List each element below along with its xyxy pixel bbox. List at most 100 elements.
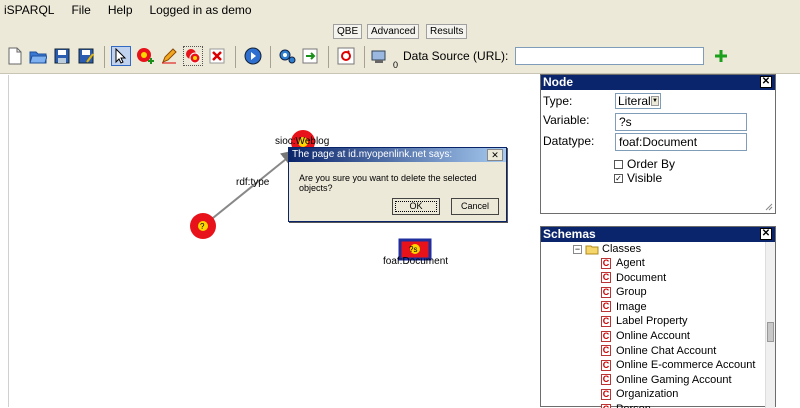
checkbox-checked[interactable]: ✓ — [614, 174, 623, 183]
tree-group-classes[interactable]: − Classes — [573, 242, 641, 256]
delete-icon[interactable] — [207, 46, 227, 66]
dialog-title-bar: The page at id.myopenlink.net says: ✕ — [289, 148, 506, 162]
settings-gears-icon[interactable] — [277, 46, 297, 66]
node-panel: Node ✕ Type: Literal ▼ Variable: Datatyp… — [540, 74, 776, 214]
add-node-icon[interactable] — [135, 46, 155, 66]
class-icon: C — [601, 345, 611, 356]
close-icon[interactable]: ✕ — [760, 228, 772, 240]
class-icon: C — [601, 272, 611, 283]
folder-icon — [585, 244, 599, 255]
schemas-panel: Schemas ✕ − Classes CAgentCDocumentCGrou… — [540, 226, 776, 407]
class-item[interactable]: CAgent — [601, 256, 645, 270]
class-item[interactable]: CDocument — [601, 271, 666, 285]
graph-svg: rdf:type sioc:Weblog ? ?s foaf:Document — [9, 75, 529, 407]
dialog-title: The page at id.myopenlink.net says: — [292, 149, 452, 160]
add-datasource-icon[interactable] — [711, 46, 731, 66]
menu-help[interactable]: Help — [108, 3, 133, 17]
menu-bar: iSPARQL File Help Logged in as demo — [0, 0, 800, 20]
graph-node-document-selected[interactable]: ?s foaf:Document — [383, 240, 448, 267]
run-query-icon[interactable] — [243, 46, 263, 66]
type-select[interactable]: Literal ▼ — [615, 93, 661, 109]
edit-pencil-icon[interactable] — [159, 46, 179, 66]
variable-input[interactable] — [615, 113, 747, 131]
toolbar-separator — [104, 46, 105, 68]
datasource-icon[interactable] — [371, 46, 391, 66]
class-icon: C — [601, 389, 611, 400]
edge-label: rdf:type — [236, 177, 270, 188]
class-label: Online Chat Account — [616, 345, 716, 357]
save-as-icon[interactable] — [76, 46, 96, 66]
class-label: Online Account — [616, 330, 690, 342]
class-item[interactable]: C Online Chat Account — [601, 344, 716, 358]
node-label: sioc:Weblog — [275, 136, 329, 147]
tab-advanced[interactable]: Advanced — [367, 24, 419, 39]
cancel-button[interactable]: Cancel — [451, 198, 499, 215]
export-icon[interactable] — [300, 46, 320, 66]
class-item[interactable]: COnline E-commerce Account — [601, 358, 755, 372]
tab-qbe[interactable]: QBE — [333, 24, 362, 39]
class-item[interactable]: C Image — [601, 300, 647, 314]
close-icon[interactable]: ✕ — [760, 76, 772, 88]
graph-edge[interactable] — [203, 151, 296, 226]
panel-title: Schemas ✕ — [541, 227, 775, 242]
class-icon: C — [601, 301, 611, 312]
toolbar-separator — [270, 46, 271, 68]
open-folder-icon[interactable] — [28, 46, 48, 66]
menu-app[interactable]: iSPARQL — [4, 3, 54, 17]
menu-file[interactable]: File — [71, 3, 90, 17]
ok-button[interactable]: OK — [392, 198, 440, 215]
new-icon[interactable] — [5, 46, 25, 66]
schema-tree: − Classes CAgentCDocumentCGroupCImageCLa… — [541, 242, 765, 408]
schemas-scrollbar[interactable] — [765, 242, 775, 408]
group-label: Classes — [602, 243, 641, 255]
class-item[interactable]: C Label Property — [601, 314, 688, 328]
node-panel-title: Node — [543, 75, 573, 89]
refresh-icon[interactable] — [336, 46, 356, 66]
collapse-icon[interactable]: − — [573, 245, 582, 254]
checkbox-box[interactable] — [614, 160, 623, 169]
visible-label: Visible — [627, 171, 662, 185]
tab-results[interactable]: Results — [426, 24, 467, 39]
class-icon: C — [601, 360, 611, 371]
class-icon: C — [601, 287, 611, 298]
node-text: ? — [200, 222, 205, 231]
class-icon: C — [601, 331, 611, 342]
confirm-dialog: The page at id.myopenlink.net says: ✕ Ar… — [288, 147, 507, 222]
resize-grip-icon[interactable] — [765, 203, 773, 211]
save-icon[interactable] — [52, 46, 72, 66]
class-label: Organization — [616, 388, 678, 400]
view-tabs: QBE Advanced Results — [0, 20, 800, 40]
class-item[interactable]: C Online Account — [601, 329, 690, 343]
close-icon[interactable]: ✕ — [487, 149, 503, 161]
class-label: Label Property — [616, 315, 688, 327]
datasource-url-input[interactable] — [515, 47, 704, 65]
class-label: Image — [616, 301, 647, 313]
panel-title: Node ✕ — [541, 75, 775, 90]
select-pointer-icon[interactable] — [111, 46, 131, 66]
class-item[interactable]: C Organization — [601, 387, 678, 401]
type-label: Type: — [543, 94, 572, 108]
class-icon: C — [601, 404, 611, 408]
class-item[interactable]: C Group — [601, 285, 647, 299]
chevron-down-icon[interactable]: ▼ — [651, 96, 659, 106]
graph-node-subject[interactable]: ? — [190, 213, 216, 239]
toolbar: 0 Data Source (URL): — [0, 40, 800, 74]
toolbar-separator — [235, 46, 236, 68]
query-canvas[interactable]: rdf:type sioc:Weblog ? ?s foaf:Document — [8, 75, 528, 407]
class-label: Person — [616, 403, 651, 408]
scrollbar-thumb[interactable] — [767, 322, 774, 342]
dialog-message: Are you sure you want to delete the sele… — [299, 173, 506, 193]
class-item[interactable]: COnline Gaming Account — [601, 373, 732, 387]
group-nodes-icon[interactable] — [183, 46, 203, 66]
class-icon: C — [601, 316, 611, 327]
visible-checkbox[interactable]: ✓ Visible — [614, 171, 662, 185]
order-by-checkbox[interactable]: Order By — [614, 157, 675, 171]
type-selected-value: Literal — [618, 94, 651, 108]
class-item[interactable]: C Person — [601, 402, 651, 408]
datasource-count: 0 — [393, 60, 398, 70]
login-status: Logged in as demo — [150, 3, 252, 17]
toolbar-separator — [328, 46, 329, 68]
class-label: Group — [616, 286, 647, 298]
datatype-input[interactable] — [615, 133, 747, 151]
order-by-label: Order By — [627, 157, 675, 171]
